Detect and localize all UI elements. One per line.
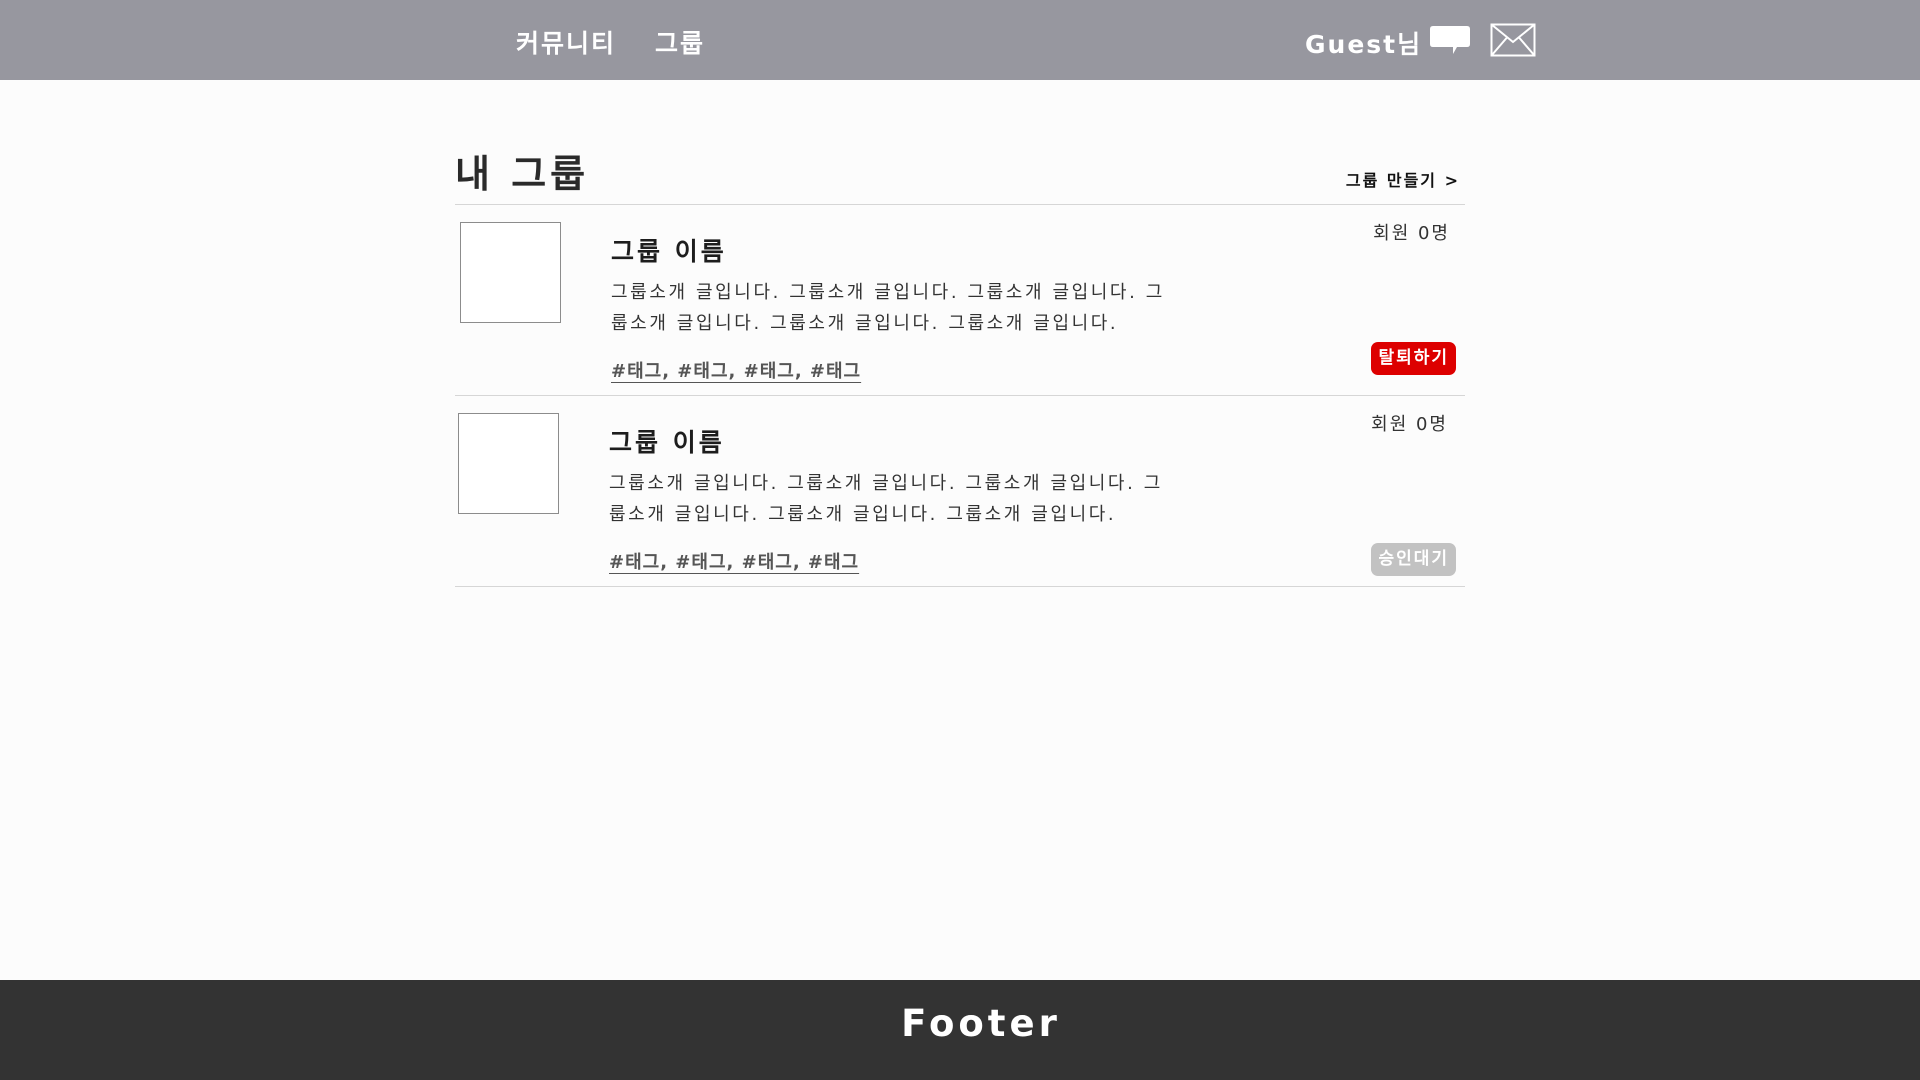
nav-community-link[interactable]: 커뮤니티 xyxy=(516,24,616,60)
chat-bubble-icon[interactable] xyxy=(1428,24,1472,56)
member-count: 회원 0명 xyxy=(1373,223,1450,244)
group-tags[interactable]: #태그, #태그, #태그, #태그 xyxy=(611,357,861,383)
user-greeting[interactable]: Guest님 xyxy=(1305,25,1422,61)
member-count: 회원 0명 xyxy=(1371,414,1448,435)
group-card: 그룹 이름 그룹소개 글입니다. 그룹소개 글입니다. 그룹소개 글입니다. 그… xyxy=(455,396,1465,587)
top-navigation-bar: 커뮤니티 그룹 Guest님 xyxy=(0,0,1920,80)
group-thumbnail[interactable] xyxy=(460,222,561,323)
footer: Footer xyxy=(0,980,1920,1080)
nav-group-link[interactable]: 그룹 xyxy=(655,24,705,60)
pending-approval-button[interactable]: 승인대기 xyxy=(1371,543,1456,576)
leave-group-button[interactable]: 탈퇴하기 xyxy=(1371,342,1456,375)
group-card: 그룹 이름 그룹소개 글입니다. 그룹소개 글입니다. 그룹소개 글입니다. 그… xyxy=(455,205,1465,396)
group-thumbnail[interactable] xyxy=(458,413,559,514)
create-group-link[interactable]: 그룹 만들기 > xyxy=(1346,167,1460,191)
envelope-icon[interactable] xyxy=(1490,23,1536,57)
group-description: 그룹소개 글입니다. 그룹소개 글입니다. 그룹소개 글입니다. 그룹소개 글입… xyxy=(609,473,1163,525)
page-title: 내 그룹 xyxy=(455,152,590,196)
group-tags[interactable]: #태그, #태그, #태그, #태그 xyxy=(609,548,859,574)
group-description: 그룹소개 글입니다. 그룹소개 글입니다. 그룹소개 글입니다. 그룹소개 글입… xyxy=(611,282,1165,334)
group-name[interactable]: 그룹 이름 xyxy=(611,232,727,268)
group-name[interactable]: 그룹 이름 xyxy=(609,423,725,459)
footer-label: Footer xyxy=(901,1002,1061,1045)
